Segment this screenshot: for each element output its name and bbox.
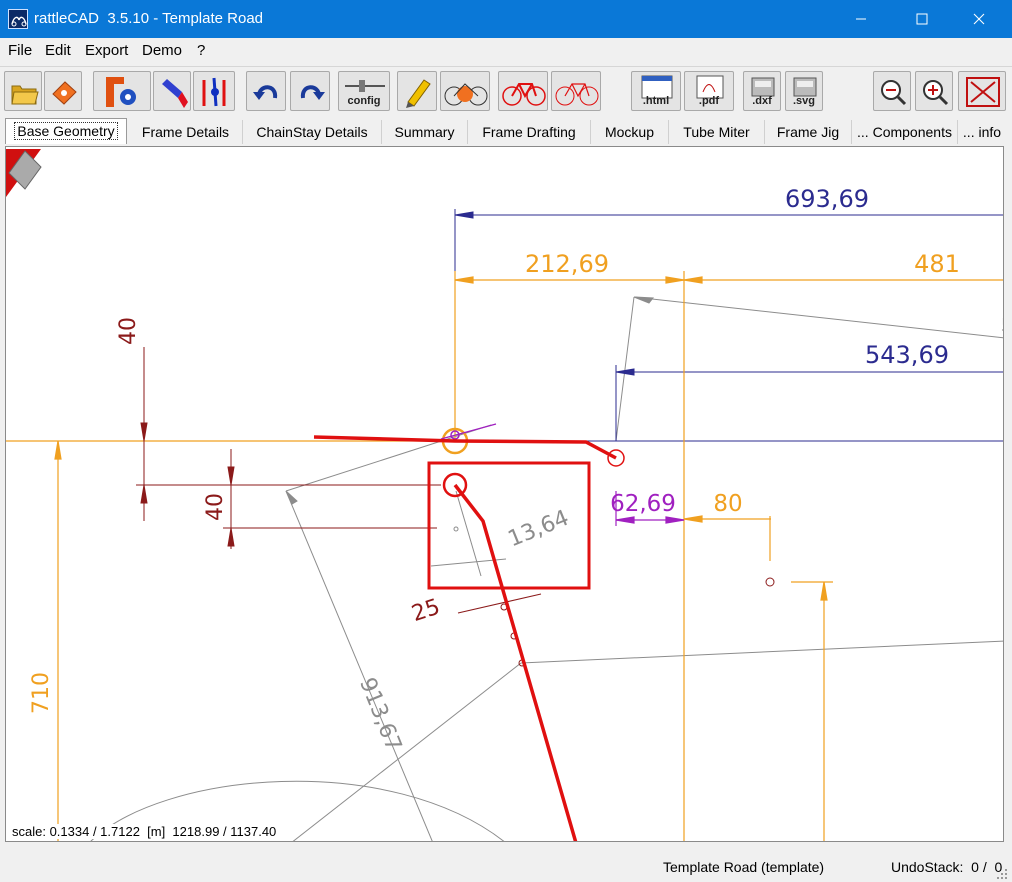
tube-button[interactable] [153,71,191,111]
redo-icon [300,85,325,100]
close-button[interactable] [956,0,1002,38]
tab-frame-drafting[interactable]: Frame Drafting [468,120,591,144]
status-bar: Template Road (template) UndoStack: 0 / … [0,852,1012,882]
tab-bar: Base Geometry Frame Details ChainStay De… [0,118,1012,146]
menu-export[interactable]: Export [85,42,128,59]
redo-button[interactable] [290,71,330,111]
dimension-693: 693,69 [785,185,869,213]
svg-export-button[interactable]: .svg [785,71,823,111]
dimension-5: 5 [1001,315,1004,336]
menu-file[interactable]: File [8,42,32,59]
geometry-drawing: 693,69 212,69 481 543,69 5 40 40 62,69 8… [6,149,1004,841]
pencil-icon [406,79,431,108]
undo-button[interactable] [246,71,286,111]
minimize-icon [856,18,866,20]
pencil-button[interactable] [397,71,437,111]
frame-settings-icon [106,77,136,107]
window-title: rattleCAD 3.5.10 - Template Road [34,10,264,27]
save-button[interactable] [44,71,82,111]
dimension-40-top: 40 [116,317,141,345]
fork-icon [202,77,226,107]
zoom-out-button[interactable] [873,71,911,111]
canvas-corner-icon[interactable] [6,149,42,197]
minimize-button[interactable] [838,0,884,38]
open-button[interactable] [4,71,42,111]
menu-demo[interactable]: Demo [142,42,182,59]
dimension-13: 13,64 [505,506,573,553]
tab-summary[interactable]: Summary [382,120,468,144]
dimension-481: 481 [914,250,960,278]
scale-readout: scale: 0.1334 / 1.7122 [m] 1218.99 / 113… [12,824,277,839]
pdf-export-button[interactable]: .pdf [684,71,734,111]
tab-components[interactable]: ... Components [852,120,958,144]
open-folder-icon [11,85,39,105]
tab-frame-details[interactable]: Frame Details [129,120,243,144]
menu-edit[interactable]: Edit [45,42,71,59]
frame-tubes [313,435,625,841]
dimension-913: 913,67 [354,674,406,755]
fork-button[interactable] [193,71,235,111]
menu-help[interactable]: ? [197,42,205,59]
maximize-icon [916,13,928,25]
dxf-export-button[interactable]: .dxf [743,71,781,111]
tab-base-geometry[interactable]: Base Geometry [5,118,127,144]
tab-mockup[interactable]: Mockup [591,120,669,144]
dimension-543: 543,69 [865,341,949,369]
tab-tube-miter[interactable]: Tube Miter [669,120,765,144]
toolbar: config .html .pdf .dxf .svg [0,66,1012,117]
bike-red-button[interactable] [498,71,548,111]
construction-lines [90,296,1003,841]
dimension-40-middle: 40 [203,493,228,521]
dimension-25: 25 [409,595,443,627]
menu-bar: File Edit Export Demo ? [0,38,1012,64]
status-undo-stack: UndoStack: 0 / 0 [891,859,1003,875]
zoom-in-button[interactable] [915,71,953,111]
title-bar: rattleCAD 3.5.10 - Template Road [0,0,1012,38]
frame-settings-button[interactable] [93,71,151,111]
fit-to-window-icon [966,77,1000,107]
dimension-710: 710 [29,672,54,714]
bike-red-outline-button[interactable] [551,71,601,111]
resize-grip-icon[interactable] [996,868,1008,880]
rattlecad-app-icon [8,9,28,29]
tube-icon [162,79,188,108]
bike-reset-button[interactable] [440,71,490,111]
bike-red-icon [502,83,546,106]
tab-info[interactable]: ... info [958,120,1006,144]
drawing-canvas[interactable]: 693,69 212,69 481 543,69 5 40 40 62,69 8… [5,146,1004,842]
dimension-62: 62,69 [610,491,676,517]
html-export-button[interactable]: .html [631,71,681,111]
dimension-212: 212,69 [525,250,609,278]
status-file-name: Template Road (template) [663,859,825,875]
orange-dimensions [6,271,1003,841]
undo-icon [253,85,278,100]
maximize-button[interactable] [899,0,945,38]
close-icon [973,13,985,25]
dimension-80: 80 [713,491,742,517]
save-disk-icon [52,81,77,105]
config-button[interactable]: config [338,71,390,111]
tab-frame-jig[interactable]: Frame Jig [765,120,852,144]
zoom-out-icon [881,80,907,106]
zoom-in-icon [923,80,949,106]
navy-dimensions [6,209,1003,442]
bike-reset-icon [444,83,488,106]
bike-red-outline-icon [555,83,599,106]
tab-chainstay-details[interactable]: ChainStay Details [243,120,382,144]
fit-to-window-button[interactable] [958,71,1006,111]
